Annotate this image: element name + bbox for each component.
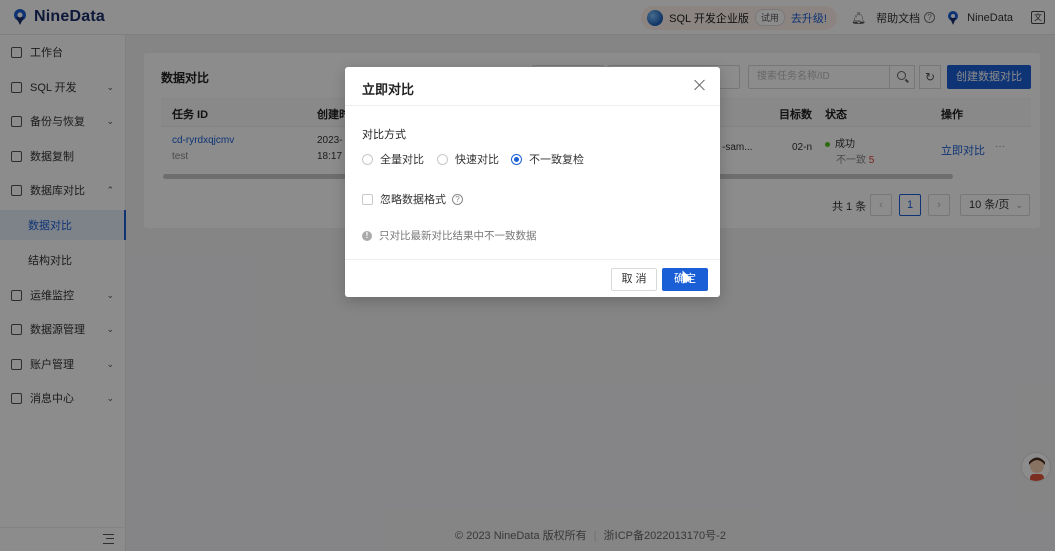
checkbox xyxy=(362,193,373,205)
radio-quick-compare[interactable]: 快速对比 xyxy=(437,151,499,167)
info-hint: ! 只对比最新对比结果中不一致数据 xyxy=(362,228,537,243)
dialog-header: 立即对比 xyxy=(345,67,720,106)
radio-full-compare[interactable]: 全量对比 xyxy=(362,151,424,167)
radio-button xyxy=(437,153,448,165)
dialog-title: 立即对比 xyxy=(362,82,415,97)
radio-recheck-inconsistent[interactable]: 不一致复检 xyxy=(511,151,584,167)
radio-label: 全量对比 xyxy=(380,154,424,166)
compare-now-dialog: 立即对比 对比方式 全量对比 快速对比 不一致复检 忽略数据格式 ? ! 只对比… xyxy=(345,67,720,297)
checkbox-label: 忽略数据格式 xyxy=(380,194,446,206)
info-icon: ! xyxy=(362,230,372,241)
dialog-footer: 取 消 确定 xyxy=(345,259,720,297)
radio-label: 快速对比 xyxy=(455,154,499,166)
radio-button-checked xyxy=(511,153,522,165)
radio-button xyxy=(362,153,373,165)
question-icon[interactable]: ? xyxy=(452,193,463,205)
compare-mode-label: 对比方式 xyxy=(362,129,406,141)
cancel-button[interactable]: 取 消 xyxy=(611,268,657,291)
info-text: 只对比最新对比结果中不一致数据 xyxy=(379,230,537,242)
close-icon[interactable] xyxy=(694,79,706,91)
ignore-format-checkbox[interactable]: 忽略数据格式 ? xyxy=(362,191,463,207)
radio-label: 不一致复检 xyxy=(529,154,584,166)
